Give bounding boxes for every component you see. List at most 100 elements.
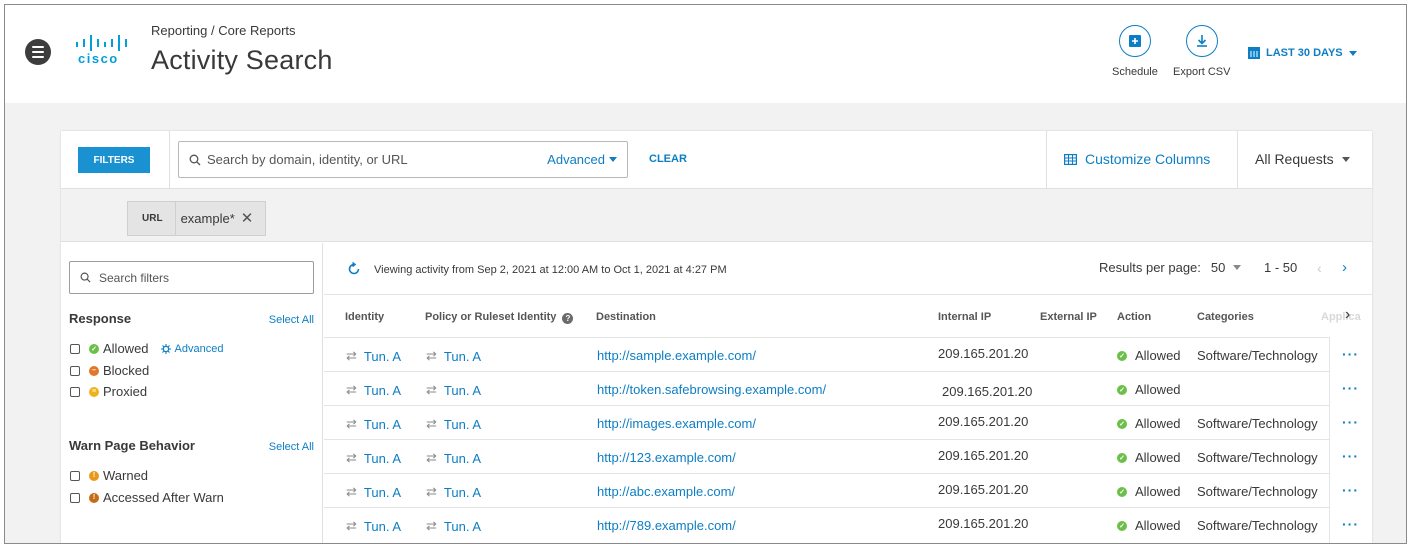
tunnel-icon: ⇄ — [346, 484, 357, 499]
action-label: Allowed — [1135, 416, 1181, 431]
identity-cell[interactable]: ⇄ Tun. A — [346, 518, 401, 534]
policy-link[interactable]: Tun. A — [444, 383, 481, 398]
filter-option-allowed[interactable]: ✓ Allowed Advanced — [70, 341, 223, 356]
more-options-icon[interactable]: ··· — [1329, 507, 1372, 541]
filters-button[interactable]: FILTERS — [78, 147, 150, 173]
more-options-icon[interactable]: ··· — [1329, 439, 1372, 473]
destination-link[interactable]: http://123.example.com/ — [597, 450, 736, 465]
page-title: Activity Search — [151, 45, 333, 75]
checkbox[interactable] — [70, 386, 80, 397]
col-identity[interactable]: Identity — [345, 311, 384, 323]
search-box[interactable]: Advanced — [178, 141, 628, 178]
internal-ip-cell: 209.165.201.20 — [938, 414, 1029, 429]
policy-cell[interactable]: ⇄ Tun. A — [426, 348, 481, 364]
identity-link[interactable]: Tun. A — [364, 519, 401, 534]
col-categories[interactable]: Categories — [1197, 311, 1254, 323]
policy-link[interactable]: Tun. A — [444, 451, 481, 466]
checkbox[interactable] — [70, 470, 80, 481]
policy-cell[interactable]: ⇄ Tun. A — [426, 450, 481, 466]
warn-select-all[interactable]: Select All — [269, 441, 314, 453]
internal-ip-cell: 209.165.201.20 — [938, 346, 1029, 361]
action-label: Allowed — [1135, 348, 1181, 363]
chevron-down-icon — [1348, 50, 1357, 56]
col-applications[interactable]: Applica — [1321, 311, 1361, 323]
policy-link[interactable]: Tun. A — [444, 349, 481, 364]
page-range: 1 - 50 — [1264, 260, 1298, 275]
export-csv-button[interactable]: Export CSV — [1173, 25, 1230, 78]
app-frame: cisco Reporting / Core Reports Activity … — [4, 4, 1407, 544]
filter-option-proxied[interactable]: ≡ Proxied — [70, 384, 147, 399]
response-select-all[interactable]: Select All — [269, 314, 314, 326]
internal-ip-cell: 209.165.201.20 — [938, 516, 1029, 531]
search-input[interactable] — [207, 152, 547, 167]
chevron-left-icon[interactable]: ‹ — [1317, 260, 1322, 276]
more-options-icon[interactable]: ··· — [1329, 405, 1372, 439]
checkbox[interactable] — [70, 343, 80, 354]
all-requests-dropdown[interactable]: All Requests — [1255, 151, 1350, 167]
schedule-button[interactable]: Schedule — [1112, 25, 1158, 78]
refresh-icon[interactable] — [347, 262, 361, 276]
results-per-page-label: Results per page: — [1099, 260, 1201, 275]
identity-cell[interactable]: ⇄ Tun. A — [346, 450, 401, 466]
close-icon[interactable]: ✕ — [241, 211, 254, 226]
identity-cell[interactable]: ⇄ Tun. A — [346, 484, 401, 500]
hamburger-menu-icon[interactable] — [25, 39, 51, 65]
checkbox[interactable] — [70, 492, 80, 503]
policy-cell[interactable]: ⇄ Tun. A — [426, 416, 481, 432]
advanced-link[interactable]: Advanced — [160, 343, 223, 355]
policy-link[interactable]: Tun. A — [444, 485, 481, 500]
chevron-right-icon[interactable]: › — [1342, 259, 1347, 276]
filter-option-warned[interactable]: ! Warned — [70, 468, 148, 483]
table-row[interactable]: ⇄ Tun. A ⇄ Tun. A http://abc.example.com/209… — [324, 473, 1329, 507]
chevron-right-icon[interactable]: › — [1345, 306, 1350, 324]
option-label: Accessed After Warn — [103, 490, 224, 505]
identity-link[interactable]: Tun. A — [364, 485, 401, 500]
col-action[interactable]: Action — [1117, 311, 1151, 323]
table-row[interactable]: ⇄ Tun. A ⇄ Tun. A http://sample.example.com/… — [324, 337, 1329, 371]
results-per-page-select[interactable]: 50 — [1211, 260, 1242, 275]
col-policy[interactable]: Policy or Ruleset Identity? — [425, 311, 574, 324]
more-options-icon[interactable]: ··· — [1329, 371, 1372, 405]
filter-option-accessed-after-warn[interactable]: ! Accessed After Warn — [70, 490, 224, 505]
identity-cell[interactable]: ⇄ Tun. A — [346, 382, 401, 398]
destination-link[interactable]: http://789.example.com/ — [597, 518, 736, 533]
filter-search-box[interactable] — [69, 261, 314, 294]
more-options-icon[interactable]: ··· — [1329, 337, 1372, 371]
table-row[interactable]: ⇄ Tun. A ⇄ Tun. A http://123.example.com/209… — [324, 439, 1329, 473]
customize-columns-button[interactable]: Customize Columns — [1064, 151, 1210, 167]
identity-link[interactable]: Tun. A — [364, 349, 401, 364]
identity-link[interactable]: Tun. A — [364, 451, 401, 466]
destination-link[interactable]: http://images.example.com/ — [597, 416, 756, 431]
identity-link[interactable]: Tun. A — [364, 383, 401, 398]
identity-cell[interactable]: ⇄ Tun. A — [346, 416, 401, 432]
tunnel-icon: ⇄ — [346, 382, 357, 397]
identity-link[interactable]: Tun. A — [364, 417, 401, 432]
col-external-ip[interactable]: External IP — [1040, 311, 1097, 323]
filter-search-input[interactable] — [99, 270, 299, 285]
identity-cell[interactable]: ⇄ Tun. A — [346, 348, 401, 364]
table-row[interactable]: ⇄ Tun. A ⇄ Tun. A http://images.example.com/… — [324, 405, 1329, 439]
gear-icon — [160, 343, 171, 354]
table-row[interactable]: ⇄ Tun. A ⇄ Tun. A http://789.example.com/209… — [324, 507, 1329, 541]
policy-link[interactable]: Tun. A — [444, 417, 481, 432]
filter-option-blocked[interactable]: – Blocked — [70, 363, 149, 378]
destination-link[interactable]: http://sample.example.com/ — [597, 348, 756, 363]
help-icon[interactable]: ? — [562, 313, 574, 324]
policy-cell[interactable]: ⇄ Tun. A — [426, 382, 481, 398]
col-destination[interactable]: Destination — [596, 311, 656, 323]
date-range-dropdown[interactable]: LAST 30 DAYS — [1248, 47, 1357, 59]
destination-link[interactable]: http://abc.example.com/ — [597, 484, 735, 499]
table-row[interactable]: ⇄ Tun. A ⇄ Tun. A http://token.safebrowsing.… — [324, 371, 1329, 405]
more-options-icon[interactable]: ··· — [1329, 473, 1372, 507]
advanced-dropdown[interactable]: Advanced — [547, 152, 617, 167]
policy-link[interactable]: Tun. A — [444, 519, 481, 534]
destination-link[interactable]: http://token.safebrowsing.example.com/ — [597, 382, 826, 397]
internal-ip-cell: 209.165.201.20 — [938, 448, 1029, 463]
clear-button[interactable]: CLEAR — [649, 153, 687, 165]
checkbox[interactable] — [70, 365, 80, 376]
policy-cell[interactable]: ⇄ Tun. A — [426, 484, 481, 500]
policy-cell[interactable]: ⇄ Tun. A — [426, 518, 481, 534]
action-cell: ✓ Allowed — [1117, 382, 1181, 397]
col-internal-ip[interactable]: Internal IP — [938, 311, 991, 323]
tunnel-icon: ⇄ — [426, 382, 437, 397]
